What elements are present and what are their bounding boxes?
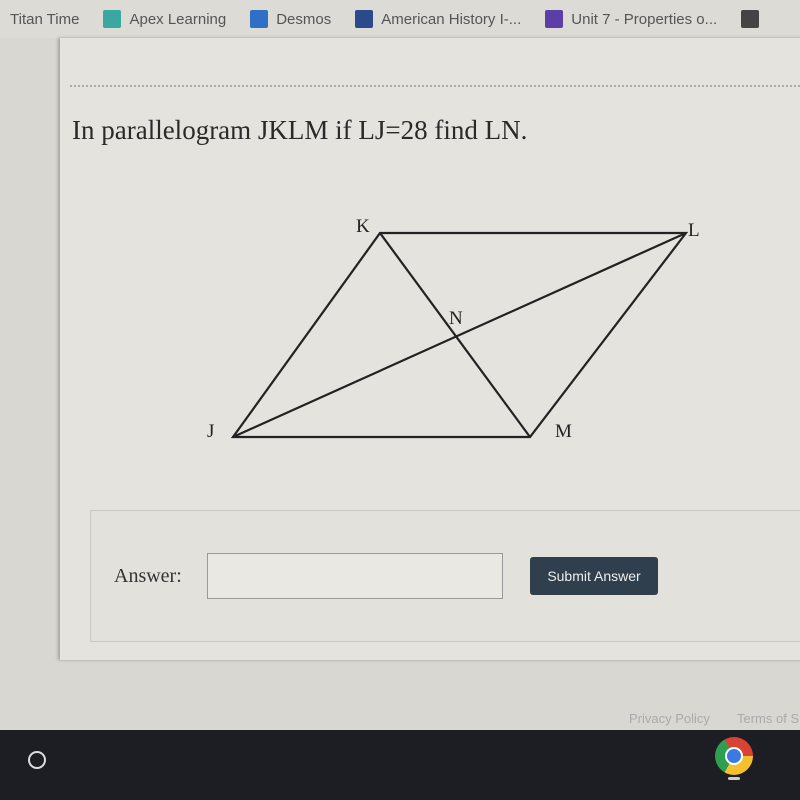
diagonal-km bbox=[379, 232, 531, 438]
active-indicator bbox=[728, 777, 740, 780]
label-m: M bbox=[555, 421, 572, 442]
answer-label: Answer: bbox=[114, 565, 182, 587]
label-n: N bbox=[449, 308, 463, 329]
label-l: L bbox=[688, 220, 700, 241]
submit-answer-button[interactable]: Submit Answer bbox=[530, 557, 658, 595]
terms-link[interactable]: Terms of S bbox=[737, 711, 799, 726]
parallelogram-figure: K L N J M bbox=[207, 216, 700, 442]
label-k: K bbox=[356, 216, 370, 237]
privacy-policy-link[interactable]: Privacy Policy bbox=[629, 711, 710, 726]
label-j: J bbox=[207, 421, 214, 442]
diagonal-jl bbox=[232, 231, 687, 439]
answer-input[interactable] bbox=[207, 553, 503, 599]
chrome-icon[interactable] bbox=[715, 737, 753, 775]
taskbar bbox=[0, 730, 800, 800]
launcher-icon[interactable] bbox=[28, 751, 46, 769]
